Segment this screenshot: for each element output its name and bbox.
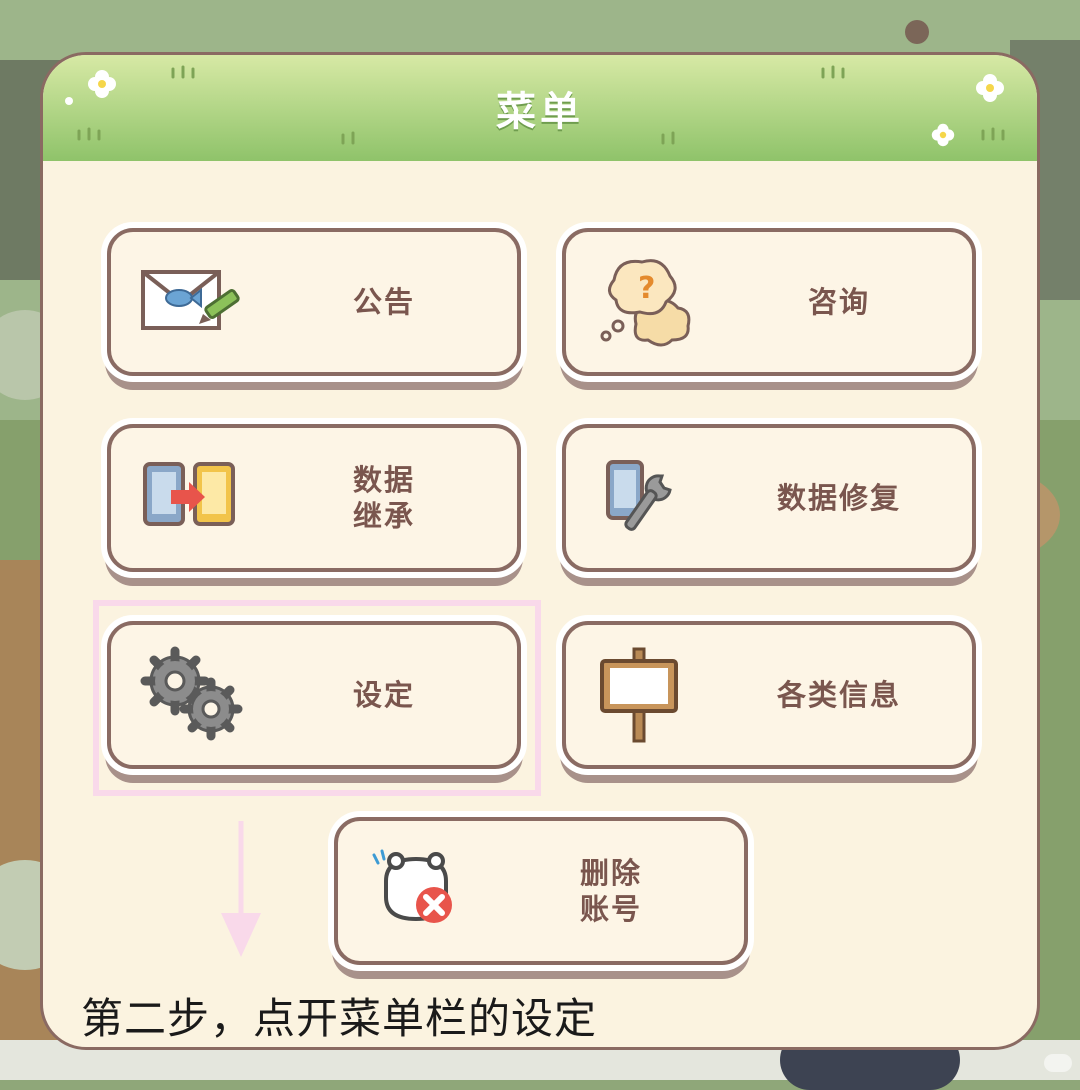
- inquiry-label: 咨询: [807, 285, 870, 319]
- menu-panel: 菜单 公告 ? 咨询 数据 继承 数据修复 设定 各类信息 删除 账号 第二步，…: [40, 52, 1040, 1050]
- inquiry-button[interactable]: ? 咨询: [562, 228, 976, 376]
- instruction-text: 第二步，点开菜单栏的设定: [81, 994, 598, 1043]
- delete-account-button[interactable]: 删除 账号: [334, 817, 748, 965]
- mail-icon: [141, 270, 240, 330]
- settings-highlight-box: [93, 600, 541, 796]
- question-bubble-icon: ?: [600, 259, 691, 347]
- panel-title: 菜单: [496, 89, 584, 135]
- watermark: [1044, 1054, 1072, 1072]
- data-repair-button[interactable]: 数据修复: [562, 424, 976, 572]
- phone-wrench-icon: [606, 460, 672, 531]
- data-transfer-button[interactable]: 数据 继承: [107, 424, 521, 572]
- data-repair-label: 数据修复: [776, 481, 901, 515]
- announcement-label: 公告: [352, 285, 415, 319]
- svg-text:?: ?: [638, 271, 655, 306]
- panel-header: 菜单: [43, 55, 1037, 161]
- announcement-button[interactable]: 公告: [107, 228, 521, 376]
- delete-account-label: 删除 账号: [579, 856, 642, 926]
- data-transfer-icon: [143, 462, 235, 526]
- info-label: 各类信息: [776, 678, 901, 712]
- down-arrow-icon: [221, 821, 261, 957]
- data-transfer-label: 数据 继承: [352, 463, 415, 533]
- signboard-icon: [600, 647, 678, 743]
- info-button[interactable]: 各类信息: [562, 621, 976, 769]
- delete-account-icon: [372, 849, 452, 923]
